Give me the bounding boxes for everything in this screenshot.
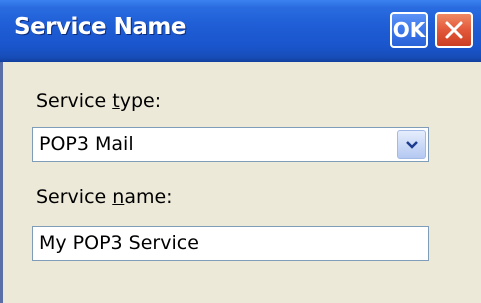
service-type-label: Service type: <box>36 90 162 112</box>
service-type-dropdown[interactable]: POP3 Mail <box>32 127 429 162</box>
window-title: Service Name <box>14 14 186 40</box>
service-type-dropdown-button[interactable] <box>397 130 426 159</box>
close-icon <box>445 21 463 39</box>
close-button[interactable] <box>435 12 473 48</box>
ok-button[interactable]: OK <box>390 12 428 48</box>
service-name-input[interactable]: My POP3 Service <box>32 226 429 261</box>
chevron-down-icon <box>405 140 418 149</box>
service-name-dialog: Service Name OK Service type: POP3 Mail … <box>0 0 481 303</box>
title-bar: Service Name OK <box>0 0 481 62</box>
window-left-border <box>0 62 3 303</box>
service-type-value: POP3 Mail <box>39 133 134 155</box>
service-name-label: Service name: <box>36 186 173 208</box>
